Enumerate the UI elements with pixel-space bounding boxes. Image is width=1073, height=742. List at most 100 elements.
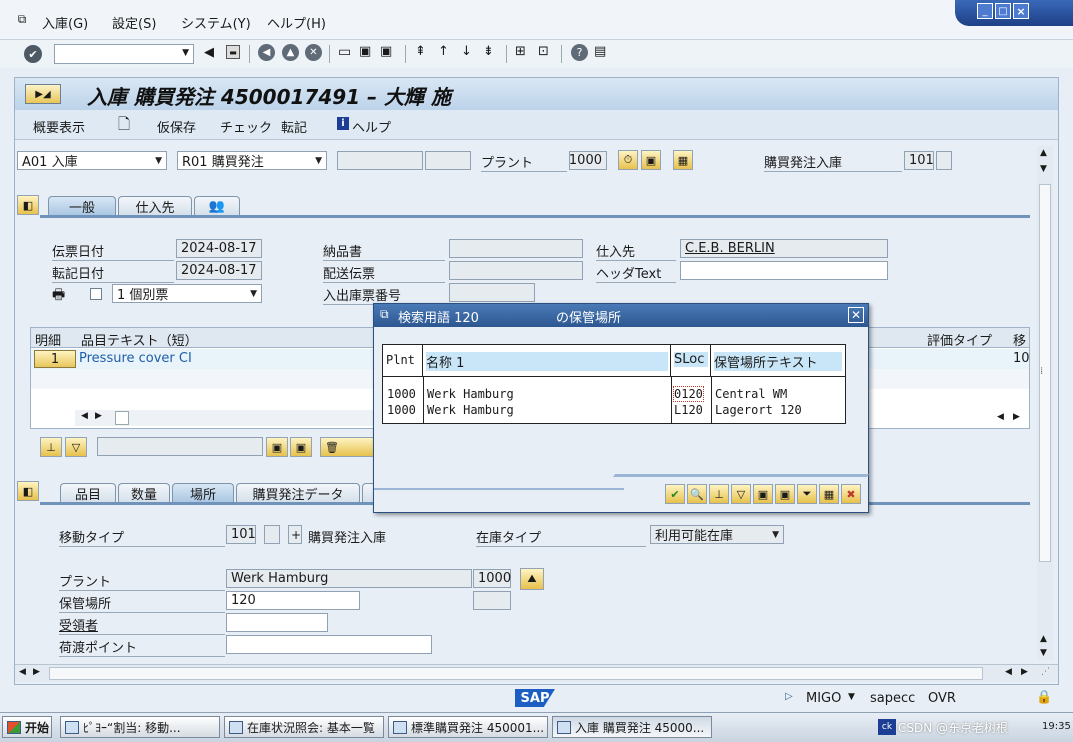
scroll-right-icon[interactable]: ▶ xyxy=(1013,412,1020,422)
slip-select[interactable]: 1 個別票 xyxy=(112,284,262,303)
hold-button[interactable]: 仮保存 xyxy=(157,117,196,136)
ref-doc-select[interactable]: R01 購買発注 xyxy=(177,151,327,170)
line-number-button[interactable]: 1 xyxy=(34,350,76,368)
exit-icon[interactable]: ▲ xyxy=(282,44,299,61)
table-resize-handle[interactable]: ⁞ xyxy=(1040,366,1043,377)
find-next-icon[interactable]: ▣ xyxy=(380,44,392,59)
menu-item-settings[interactable]: 設定(S) xyxy=(112,13,156,32)
collapse-detail-icon[interactable]: ◧ xyxy=(17,481,39,501)
tab-quantity[interactable]: 数量 xyxy=(118,483,170,503)
bottom-scrollbar[interactable]: ◀ ▶ ◀ ▶ ⋰ xyxy=(15,664,1058,682)
find-icon[interactable]: ▣ xyxy=(359,44,371,59)
scroll-left-icon[interactable]: ◀ xyxy=(19,667,26,677)
next-page-icon[interactable]: ↓ xyxy=(461,44,472,59)
save-icon[interactable]: ▬ xyxy=(226,45,240,59)
scroll-down-icon[interactable]: ▼ xyxy=(1040,648,1047,658)
prev-page-icon[interactable]: ↑ xyxy=(438,44,449,59)
plant-name-field[interactable]: Werk Hamburg xyxy=(226,569,472,588)
search-binoculars-icon[interactable]: ▣ xyxy=(641,150,661,170)
cancel-icon[interactable]: ✖ xyxy=(841,484,861,504)
execute-icon[interactable]: ⏱ xyxy=(618,150,638,170)
tab-where[interactable]: 場所 xyxy=(172,483,234,503)
chevron-down-icon[interactable]: ▼ xyxy=(848,692,855,702)
search-next-icon[interactable]: ▣ xyxy=(290,437,312,457)
new-doc-icon[interactable]: 🗋 xyxy=(118,114,130,139)
menu-item-goods-receipt[interactable]: 入庫(G) xyxy=(42,13,88,32)
po-number-field[interactable] xyxy=(337,151,423,170)
scroll-right-icon[interactable]: ▶ xyxy=(95,411,102,421)
table-search-field[interactable] xyxy=(97,437,263,456)
help-button[interactable]: ヘルプ xyxy=(352,117,391,136)
restrict-icon[interactable]: 🔍 xyxy=(687,484,707,504)
scroll-left-icon[interactable]: ◀ xyxy=(997,412,1004,422)
search-binoculars-icon[interactable]: ▣ xyxy=(753,484,773,504)
movement-extra-field[interactable] xyxy=(936,151,952,170)
back-arrow-icon[interactable]: ◀ xyxy=(204,45,214,60)
delivery-note-field[interactable] xyxy=(449,239,583,258)
resize-grip-icon[interactable]: ⋰ xyxy=(1041,667,1050,677)
first-page-icon[interactable]: ⇞ xyxy=(415,44,426,59)
recipient-field[interactable] xyxy=(226,613,328,632)
info-icon[interactable]: i xyxy=(337,117,349,130)
menu-item-system[interactable]: システム(Y) xyxy=(181,13,251,32)
display-change-icon[interactable]: ▶◢ xyxy=(25,84,61,104)
layout-icon[interactable]: ▤ xyxy=(594,44,606,59)
scroll-right-icon[interactable]: ▶ xyxy=(33,667,40,677)
tab-vendor[interactable]: 仕入先 xyxy=(118,196,192,216)
tab-material[interactable]: 品目 xyxy=(60,483,116,503)
plant-detail-icon[interactable]: ⛰ xyxy=(520,568,544,590)
goods-slip-field[interactable] xyxy=(449,283,535,302)
sloc-desc-field[interactable] xyxy=(473,591,511,610)
tab-partner[interactable]: 👥 xyxy=(194,196,240,216)
sort-icon[interactable]: ⊥ xyxy=(709,484,729,504)
enter-icon[interactable]: ✔ xyxy=(24,45,42,63)
result-row[interactable]: 1000 Werk Hamburg L120 Lagerort 120 xyxy=(383,403,845,419)
task-button[interactable]: 標準購買発注 450001... xyxy=(388,716,548,738)
chevron-down-icon[interactable]: ▼ xyxy=(182,48,189,58)
tab-po-data[interactable]: 購買発注データ xyxy=(236,483,360,503)
search-next-icon[interactable]: ▣ xyxy=(775,484,795,504)
print-icon[interactable]: ▭ xyxy=(338,44,351,60)
result-sloc[interactable]: L120 xyxy=(674,403,703,417)
horizontal-scrollbar[interactable]: ◀ ▶ xyxy=(75,410,395,426)
confirm-icon[interactable]: ✔ xyxy=(665,484,685,504)
scroll-left-icon[interactable]: ◀ xyxy=(81,411,88,421)
new-session-icon[interactable]: ⊞ xyxy=(515,44,526,59)
dialog-close-icon[interactable]: ✕ xyxy=(848,307,864,323)
delete-icon[interactable]: 🗑 xyxy=(320,437,380,457)
task-button[interactable]: ﾋﾟﾖｰ“割当: 移動... xyxy=(60,716,220,738)
command-field[interactable]: ▼ xyxy=(54,44,194,64)
search-binoculars-icon[interactable]: ▣ xyxy=(266,437,288,457)
po-item-field[interactable] xyxy=(425,151,471,170)
start-button[interactable]: 开始 xyxy=(2,716,52,738)
table-icon[interactable]: ▦ xyxy=(819,484,839,504)
tab-general[interactable]: 一般 xyxy=(48,196,116,216)
bill-of-lading-field[interactable] xyxy=(449,261,583,280)
scroll-up-icon[interactable]: ▲ xyxy=(1040,148,1047,158)
scroll-thumb[interactable] xyxy=(49,667,983,680)
status-expand-icon[interactable]: ▷ xyxy=(785,691,793,702)
scroll-down-icon[interactable]: ▼ xyxy=(1040,164,1047,174)
vertical-scrollbar[interactable]: ▲ ▼ ▲ ▼ xyxy=(1037,146,1053,660)
action-select[interactable]: A01 入庫 xyxy=(17,151,167,170)
scroll-up-icon[interactable]: ▲ xyxy=(1040,634,1047,644)
minimize-icon[interactable]: _ xyxy=(977,3,993,19)
filter-icon[interactable]: ▽ xyxy=(731,484,751,504)
restore-icon[interactable]: □ xyxy=(995,3,1011,19)
movement-field[interactable]: 101 xyxy=(904,151,934,170)
ime-icon[interactable]: ck xyxy=(878,719,896,735)
movement-ind-field[interactable] xyxy=(264,525,280,544)
last-page-icon[interactable]: ⇟ xyxy=(483,44,494,59)
result-row[interactable]: 1000 Werk Hamburg 0120 Central WM xyxy=(383,386,845,403)
cancel-icon[interactable]: ✕ xyxy=(305,44,322,61)
select-all-icon[interactable]: ⊥ xyxy=(40,437,62,457)
post-button[interactable]: 転記 xyxy=(281,117,307,136)
post-date-field[interactable]: 2024-08-17 xyxy=(176,261,262,280)
back-icon[interactable]: ◀ xyxy=(258,44,275,61)
filter-icon[interactable]: ▽ xyxy=(65,437,87,457)
help-icon[interactable]: ? xyxy=(571,44,588,61)
stock-type-select[interactable]: 利用可能在庫 xyxy=(650,525,784,544)
check-button[interactable]: チェック xyxy=(220,117,272,136)
task-button[interactable]: 在庫状況照会: 基本一覧 xyxy=(224,716,384,738)
plant-code-field[interactable]: 1000 xyxy=(473,569,511,588)
